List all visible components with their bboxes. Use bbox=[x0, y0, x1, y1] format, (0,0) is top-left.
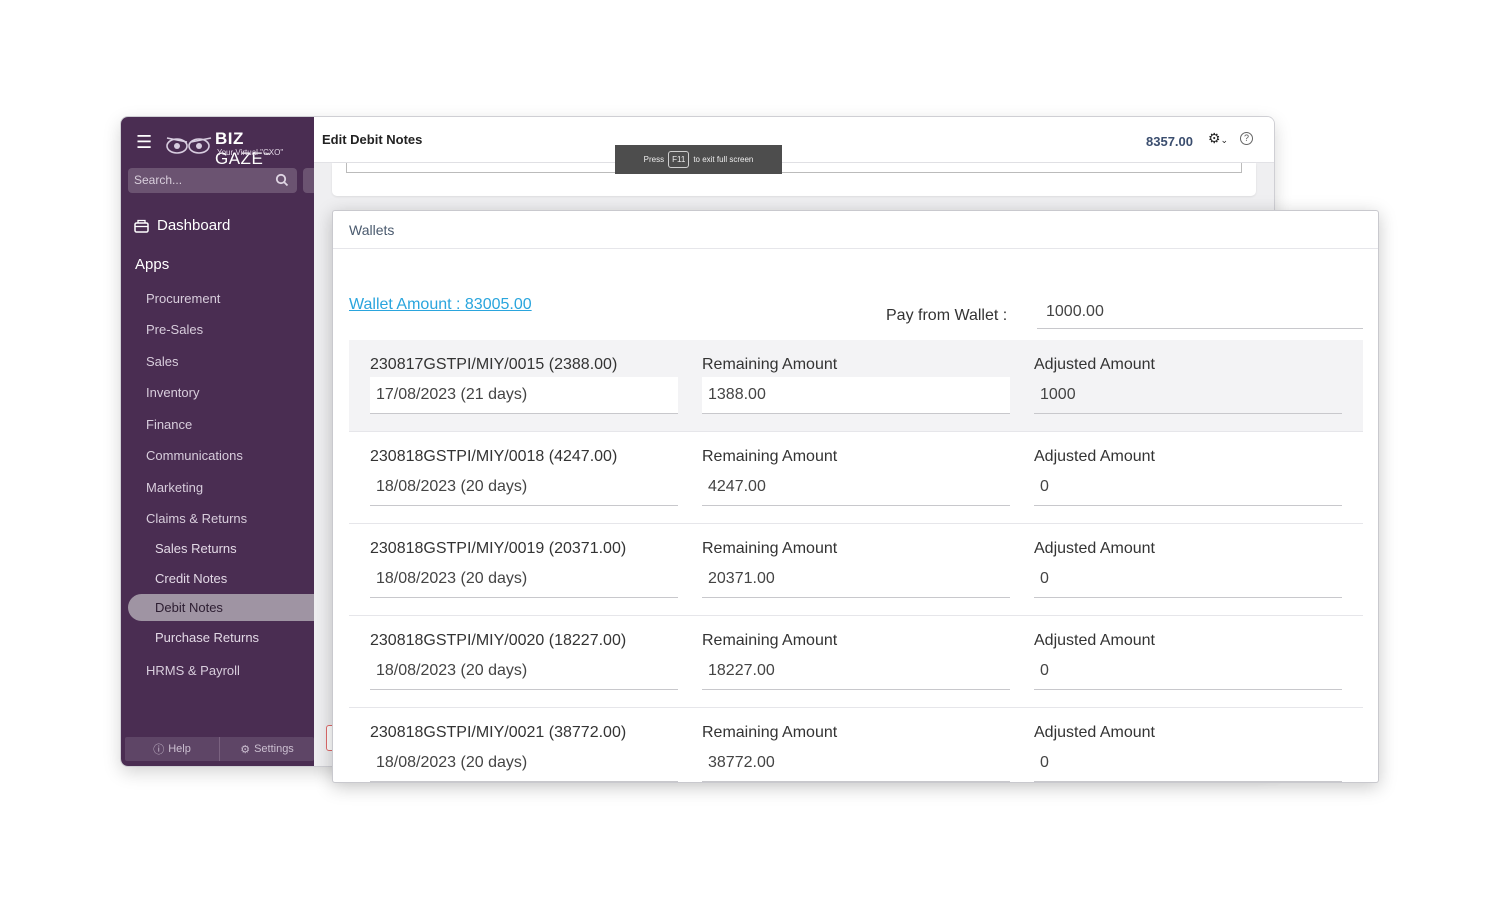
help-label: Help bbox=[168, 743, 191, 755]
remaining-amount-field: 38772.00 bbox=[702, 745, 1010, 782]
wallet-rows: 230817GSTPI/MIY/0015 (2388.00) Remaining… bbox=[349, 340, 1363, 782]
sidebar-item-procurement[interactable]: Procurement bbox=[146, 291, 220, 306]
adjusted-amount-input[interactable]: 0 bbox=[1034, 561, 1342, 598]
pay-from-wallet-input[interactable] bbox=[1037, 295, 1363, 329]
sidebar-header: ☰ BIZ GAZE™ Your Virtual "CXO" bbox=[121, 117, 314, 168]
sidebar-search-extra bbox=[303, 168, 314, 193]
main-header: Edit Debit Notes 8357.00 ⚙⌄ ? bbox=[314, 117, 1274, 163]
help-button[interactable]: ⓘ Help bbox=[125, 737, 220, 761]
help-circle-icon[interactable]: ? bbox=[1240, 132, 1253, 145]
search-icon[interactable] bbox=[275, 173, 289, 187]
gear-icon: ⚙ bbox=[1207, 130, 1221, 146]
sidebar-item-marketing[interactable]: Marketing bbox=[146, 480, 203, 495]
remaining-amount-field: 1388.00 bbox=[702, 377, 1010, 414]
table-row: 230818GSTPI/MIY/0018 (4247.00) Remaining… bbox=[349, 432, 1363, 524]
adjusted-amount-label: Adjusted Amount bbox=[1034, 448, 1155, 465]
sidebar-subitem-credit-notes[interactable]: Credit Notes bbox=[155, 571, 227, 586]
invoice-date-field: 17/08/2023 (21 days) bbox=[370, 377, 678, 414]
remaining-amount-field: 20371.00 bbox=[702, 561, 1010, 598]
remaining-amount-label: Remaining Amount bbox=[702, 724, 838, 741]
sidebar-subitem-purchase-returns[interactable]: Purchase Returns bbox=[155, 630, 259, 645]
textarea-field[interactable] bbox=[346, 163, 1242, 173]
sidebar-subitem-debit-notes[interactable]: Debit Notes bbox=[155, 600, 223, 615]
adjusted-amount-label: Adjusted Amount bbox=[1034, 540, 1155, 557]
adjusted-amount-input[interactable]: 0 bbox=[1034, 653, 1342, 690]
table-row: 230818GSTPI/MIY/0019 (20371.00) Remainin… bbox=[349, 524, 1363, 616]
settings-icon: ⚙ bbox=[240, 743, 251, 756]
bizgaze-logo: BIZ GAZE™ Your Virtual "CXO" bbox=[165, 129, 295, 168]
remaining-amount-label: Remaining Amount bbox=[702, 632, 838, 649]
invoice-number: 230818GSTPI/MIY/0020 (18227.00) bbox=[370, 632, 627, 649]
adjusted-amount-label: Adjusted Amount bbox=[1034, 356, 1155, 373]
dashboard-icon bbox=[134, 219, 149, 233]
invoice-date-field: 18/08/2023 (20 days) bbox=[370, 653, 678, 690]
settings-label: Settings bbox=[254, 743, 294, 755]
logo-tagline: Your Virtual "CXO" bbox=[217, 148, 284, 157]
invoice-date-field: 18/08/2023 (20 days) bbox=[370, 469, 678, 506]
table-row: 230817GSTPI/MIY/0015 (2388.00) Remaining… bbox=[349, 340, 1363, 432]
sidebar-item-communications[interactable]: Communications bbox=[146, 448, 243, 463]
sidebar-subitem-sales-returns[interactable]: Sales Returns bbox=[155, 541, 237, 556]
wallets-modal: Wallets Wallet Amount : 83005.00 Pay fro… bbox=[332, 210, 1379, 783]
fullscreen-rest-text: to exit full screen bbox=[693, 155, 754, 164]
sidebar-item-finance[interactable]: Finance bbox=[146, 417, 192, 432]
adjusted-amount-input[interactable]: 0 bbox=[1034, 469, 1342, 506]
fullscreen-press-text: Press bbox=[643, 155, 665, 164]
modal-header: Wallets bbox=[333, 211, 1378, 249]
table-row: 230818GSTPI/MIY/0020 (18227.00) Remainin… bbox=[349, 616, 1363, 708]
invoice-number: 230818GSTPI/MIY/0019 (20371.00) bbox=[370, 540, 627, 557]
table-row: 230818GSTPI/MIY/0021 (38772.00) Remainin… bbox=[349, 708, 1363, 782]
remaining-amount-label: Remaining Amount bbox=[702, 356, 838, 373]
settings-dropdown[interactable]: ⚙⌄ bbox=[1208, 130, 1228, 147]
pay-from-wallet-label: Pay from Wallet : bbox=[886, 307, 1008, 324]
sidebar-item-pre-sales[interactable]: Pre-Sales bbox=[146, 322, 203, 337]
sidebar-item-sales[interactable]: Sales bbox=[146, 354, 179, 369]
search-placeholder: Search... bbox=[134, 173, 183, 187]
sidebar-footer: ⓘ Help ⚙ Settings bbox=[125, 737, 314, 761]
fullscreen-notice: Press F11 to exit full screen bbox=[615, 145, 782, 174]
adjusted-amount-input[interactable]: 0 bbox=[1034, 745, 1342, 782]
remaining-amount-field: 18227.00 bbox=[702, 653, 1010, 690]
remaining-amount-label: Remaining Amount bbox=[702, 540, 838, 557]
remaining-amount-field: 4247.00 bbox=[702, 469, 1010, 506]
sidebar-item-dashboard[interactable]: Dashboard bbox=[134, 217, 230, 234]
modal-title: Wallets bbox=[349, 222, 395, 238]
page-title: Edit Debit Notes bbox=[322, 132, 423, 147]
sidebar: ☰ BIZ GAZE™ Your Virtual "CXO" Search... bbox=[121, 117, 318, 766]
chevron-down-icon: ⌄ bbox=[1220, 135, 1228, 145]
sidebar-item-hrms-payroll[interactable]: HRMS & Payroll bbox=[146, 663, 240, 678]
adjusted-amount-label: Adjusted Amount bbox=[1034, 632, 1155, 649]
invoice-date-field: 18/08/2023 (20 days) bbox=[370, 561, 678, 598]
header-amount: 8357.00 bbox=[1146, 134, 1193, 149]
fullscreen-key: F11 bbox=[668, 151, 690, 168]
form-card bbox=[332, 163, 1256, 196]
logo-eyes-icon bbox=[166, 137, 212, 154]
sidebar-item-claims-returns[interactable]: Claims & Returns bbox=[146, 511, 247, 526]
remaining-amount-label: Remaining Amount bbox=[702, 448, 838, 465]
settings-button[interactable]: ⚙ Settings bbox=[220, 737, 314, 761]
invoice-number: 230818GSTPI/MIY/0018 (4247.00) bbox=[370, 448, 618, 465]
invoice-date-field: 18/08/2023 (20 days) bbox=[370, 745, 678, 782]
sidebar-search-input[interactable]: Search... bbox=[128, 168, 297, 193]
adjusted-amount-label: Adjusted Amount bbox=[1034, 724, 1155, 741]
invoice-number: 230817GSTPI/MIY/0015 (2388.00) bbox=[370, 356, 618, 373]
hamburger-menu-icon[interactable]: ☰ bbox=[136, 133, 152, 151]
adjusted-amount-input[interactable]: 1000 bbox=[1034, 377, 1342, 414]
dashboard-label: Dashboard bbox=[157, 217, 231, 234]
sidebar-item-inventory[interactable]: Inventory bbox=[146, 385, 199, 400]
help-icon: ⓘ bbox=[153, 744, 165, 756]
sidebar-section-apps: Apps bbox=[135, 256, 170, 273]
invoice-number: 230818GSTPI/MIY/0021 (38772.00) bbox=[370, 724, 627, 741]
wallet-amount-link[interactable]: Wallet Amount : 83005.00 bbox=[349, 296, 532, 314]
